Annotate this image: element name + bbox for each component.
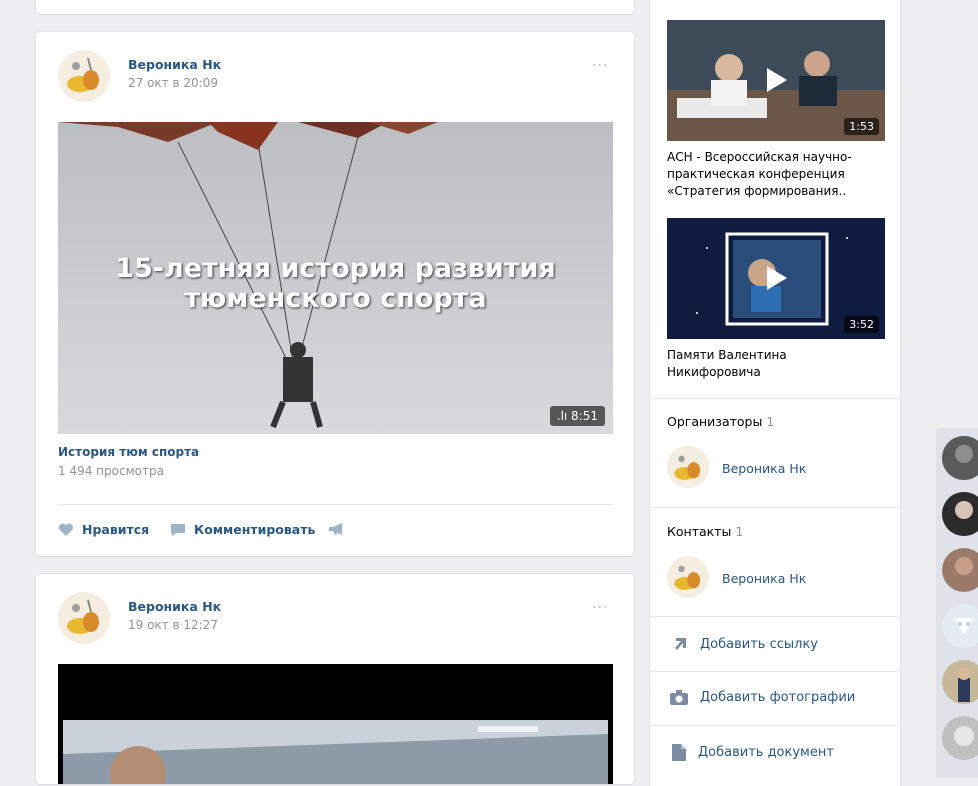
section-divider <box>650 507 900 508</box>
video-duration: 8:51 <box>571 409 598 423</box>
section-divider <box>650 725 900 726</box>
link-arrow-icon <box>675 638 686 650</box>
document-icon <box>672 744 686 761</box>
contacts-count: 1 <box>735 524 744 539</box>
post-card: Вероника Нк 27 окт в 20:09 ··· 15-летняя… <box>36 32 634 556</box>
contacts-label: Контакты <box>667 524 732 539</box>
sidebar-video-thumbnail[interactable]: 1:53 <box>667 20 885 141</box>
friend-avatar[interactable] <box>942 604 978 648</box>
add-photos-button[interactable]: Добавить фотографии <box>670 690 855 705</box>
section-divider <box>650 616 900 617</box>
organizer-avatar[interactable] <box>667 446 709 488</box>
organizer-name[interactable]: Вероника Нк <box>722 461 806 476</box>
friend-avatar[interactable] <box>942 548 978 592</box>
comment-button[interactable]: Комментировать <box>170 522 315 537</box>
video-overlay-title: 15-летняя история развития тюменского сп… <box>58 254 613 314</box>
post-divider <box>58 504 613 505</box>
comment-icon <box>171 523 185 536</box>
organizers-count: 1 <box>766 414 775 429</box>
heart-icon <box>58 523 74 536</box>
comment-label: Комментировать <box>194 522 316 537</box>
post-date[interactable]: 19 окт в 12:27 <box>128 618 218 632</box>
organizers-header[interactable]: Организаторы 1 <box>667 414 774 429</box>
play-icon[interactable] <box>761 65 791 95</box>
more-options-icon[interactable]: ··· <box>592 58 608 74</box>
sidebar-video-title[interactable]: Памяти Валентина Никифоровича <box>667 347 867 381</box>
friends-rail <box>936 428 978 778</box>
overlay-line-1: 15-летняя история развития <box>115 253 556 284</box>
add-link-button[interactable]: Добавить ссылку <box>674 636 818 652</box>
section-divider <box>650 398 900 399</box>
friend-avatar[interactable] <box>942 436 978 480</box>
megaphone-icon <box>329 523 342 535</box>
contact-name[interactable]: Вероника Нк <box>722 571 806 586</box>
video-duration: 3:52 <box>844 316 879 333</box>
post-author[interactable]: Вероника Нк <box>128 57 221 72</box>
post-card: Вероника Нк 19 окт в 12:27 ··· <box>36 574 634 784</box>
more-options-icon[interactable]: ··· <box>592 600 608 616</box>
organizers-label: Организаторы <box>667 414 763 429</box>
video-title[interactable]: История тюм спорта <box>58 445 199 459</box>
video-thumbnail <box>58 664 613 784</box>
section-divider <box>650 671 900 672</box>
sidebar-video-thumbnail[interactable]: 3:52 <box>667 218 885 339</box>
camera-icon <box>670 690 688 705</box>
video-player[interactable] <box>58 664 613 784</box>
post-date[interactable]: 27 окт в 20:09 <box>128 76 218 90</box>
overlay-line-2: тюменского спорта <box>184 283 487 314</box>
friend-avatar[interactable] <box>942 716 978 760</box>
video-views: 1 494 просмотра <box>58 464 164 478</box>
sidebar-video-title[interactable]: АСН - Всероссийская научно-практическая … <box>667 149 885 200</box>
add-document-label: Добавить документ <box>698 745 834 760</box>
add-link-label: Добавить ссылку <box>700 636 818 652</box>
like-label: Нравится <box>82 522 150 537</box>
previous-post-card <box>36 0 634 14</box>
author-avatar[interactable] <box>58 50 110 102</box>
author-avatar[interactable] <box>58 592 110 644</box>
play-icon[interactable] <box>761 263 791 293</box>
contact-avatar[interactable] <box>667 556 709 598</box>
video-player[interactable]: 15-летняя история развития тюменского сп… <box>58 122 613 434</box>
like-button[interactable]: Нравится <box>58 522 149 537</box>
add-photos-label: Добавить фотографии <box>700 690 856 705</box>
friend-avatar[interactable] <box>942 660 978 704</box>
post-author[interactable]: Вероника Нк <box>128 599 221 614</box>
quality-icon: .lı <box>556 409 572 423</box>
contacts-header[interactable]: Контакты 1 <box>667 524 743 539</box>
video-duration: 1:53 <box>844 118 879 135</box>
share-button[interactable] <box>328 522 346 536</box>
video-duration-badge: .lı 8:51 <box>549 406 605 426</box>
sidebar-card: 1:53 АСН - Всероссийская научно-практиче… <box>650 0 900 786</box>
friend-avatar[interactable] <box>942 492 978 536</box>
add-document-button[interactable]: Добавить документ <box>672 744 834 761</box>
